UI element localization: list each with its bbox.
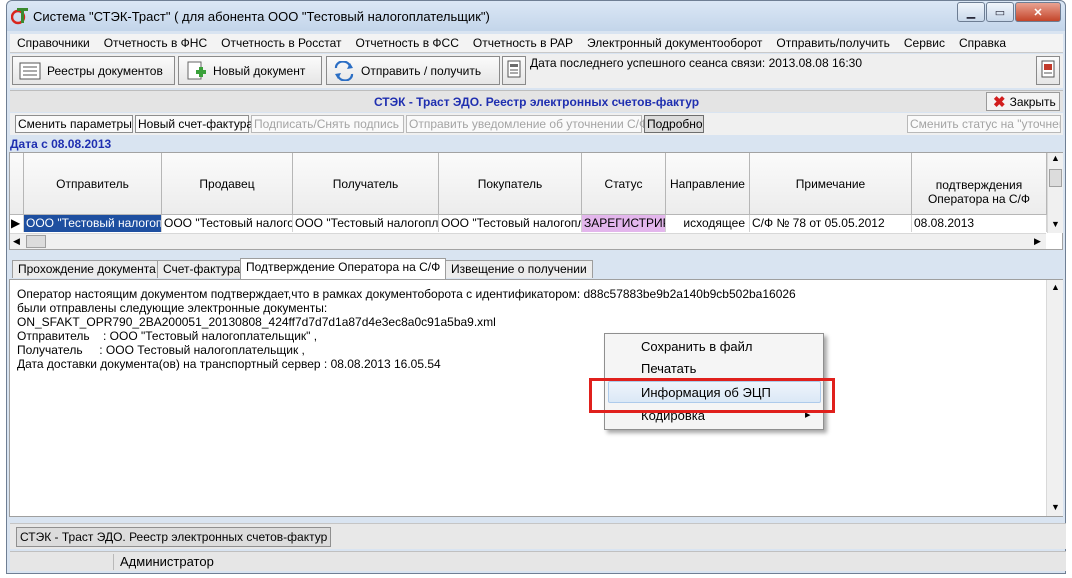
scroll-left-icon: ◀ [13, 236, 20, 246]
cell-note[interactable]: С/Ф № 78 от 05.05.2012 [750, 215, 912, 232]
document-log-button[interactable] [502, 56, 526, 85]
mdi-taskbar: СТЭК - Траст ЭДО. Реестр электронных сче… [10, 523, 1066, 549]
menu-help[interactable]: Справка [952, 36, 1013, 50]
sign-unsign-button[interactable]: Подписать/Снять подпись [251, 115, 404, 133]
send-receive-button[interactable]: Отправить / получить [326, 56, 500, 85]
cell-buyer[interactable]: ООО "Тестовый налогоплательщик" [439, 215, 582, 232]
sync-icon [333, 59, 355, 82]
cell-seller[interactable]: ООО "Тестовый налогоплательщик" [162, 215, 293, 232]
new-document-label: Новый документ [213, 63, 306, 78]
status-bar: Администратор [10, 551, 1066, 571]
column-header-buyer[interactable]: Покупатель [439, 153, 582, 215]
doc-text-line: Оператор настоящим документом подтвержда… [17, 287, 796, 301]
window-title: Система "СТЭК-Траст" ( для абонента ООО … [33, 9, 490, 24]
cell-direction[interactable]: исходящее [666, 215, 750, 232]
grid-vscroll-thumb[interactable] [1049, 169, 1062, 187]
close-panel-label: Закрыть [1009, 94, 1056, 109]
tab-strip: Прохождение документа Счет-фактура Подтв… [9, 258, 1063, 279]
registers-icon [19, 61, 41, 81]
registers-label: Реестры документов [47, 63, 163, 78]
menu-send-receive[interactable]: Отправить/получить [769, 36, 896, 50]
cell-sender[interactable]: ООО "Тестовый налогоплательщик" [24, 215, 162, 232]
menu-references[interactable]: Справочники [10, 36, 97, 50]
tab-operator-confirmation[interactable]: Подтверждение Оператора на С/Ф [240, 258, 447, 279]
new-document-icon [185, 61, 207, 81]
menu-bar: Справочники Отчетность в ФНС Отчетность … [10, 34, 1063, 53]
panel-header: СТЭК - Траст ЭДО. Реестр электронных сче… [10, 90, 1063, 112]
close-window-button[interactable]: ✕ [1015, 2, 1061, 22]
column-header-direction[interactable]: Направление [666, 153, 750, 215]
maximize-button[interactable]: ▭ [986, 2, 1014, 22]
date-filter-label: Дата с 08.08.2013 [10, 137, 112, 151]
column-header-confirmation[interactable]: подтверждения Оператора на С/Ф [912, 153, 1047, 215]
change-params-button[interactable]: Сменить параметры [15, 115, 133, 133]
grid-hscroll-thumb[interactable] [26, 235, 46, 248]
tab-receipt-notice[interactable]: Извещение о получении [445, 260, 593, 278]
tab-invoice[interactable]: Счет-фактура [157, 260, 247, 278]
status-user: Администратор [120, 554, 214, 569]
grid-horizontal-scrollbar[interactable]: ◀ ▶ [10, 233, 1046, 249]
cell-status[interactable]: ЗАРЕГИСТРИРОВАН [582, 215, 666, 232]
report-icon [1040, 60, 1056, 81]
doc-text-line: Дата доставки документа(ов) на транспорт… [17, 357, 441, 371]
doc-text-line: ON_SFAKT_OPR790_2BA200051_20130808_424ff… [17, 315, 496, 329]
annotation-highlight-box [589, 378, 835, 413]
last-session-text: Дата последнего успешного сеанса связи: … [530, 56, 863, 70]
send-receive-label: Отправить / получить [361, 63, 482, 78]
menu-rosstat-reporting[interactable]: Отчетность в Росстат [214, 36, 348, 50]
change-status-button[interactable]: Сменить статус на "уточнен" [907, 115, 1061, 133]
tab-document-flow[interactable]: Прохождение документа [12, 260, 162, 278]
menu-fss-reporting[interactable]: Отчетность в ФСС [348, 36, 465, 50]
maximize-icon: ▭ [994, 6, 1006, 19]
title-bar: Система "СТЭК-Траст" ( для абонента ООО … [7, 1, 1065, 31]
menu-fns-reporting[interactable]: Отчетность в ФНС [97, 36, 214, 50]
scroll-down-icon: ▼ [1051, 219, 1060, 229]
column-header-seller[interactable]: Продавец [162, 153, 293, 215]
action-bar: Сменить параметры Новый счет-фактура Под… [10, 113, 1063, 135]
minimize-icon: ▁ [966, 6, 976, 19]
scroll-right-icon: ▶ [1034, 236, 1041, 246]
text-vertical-scrollbar[interactable]: ▲ ▼ [1046, 280, 1063, 516]
document-log-icon [506, 60, 522, 81]
column-header-status[interactable]: Статус [582, 153, 666, 215]
registers-button[interactable]: Реестры документов [12, 56, 175, 85]
close-panel-button[interactable]: ✖ Закрыть [986, 92, 1060, 111]
doc-text-line: были отправлены следующие электронные до… [17, 301, 328, 315]
menu-service[interactable]: Сервис [897, 36, 952, 50]
app-window: Система "СТЭК-Траст" ( для абонента ООО … [6, 0, 1066, 574]
document-text-panel[interactable]: Оператор настоящим документом подтвержда… [9, 279, 1063, 517]
minimize-button[interactable]: ▁ [957, 2, 985, 22]
report-button[interactable] [1036, 56, 1060, 85]
menu-rar-reporting[interactable]: Отчетность в РАР [466, 36, 580, 50]
doc-text-line: Отправитель : ООО "Тестовый налогоплател… [17, 329, 318, 343]
panel-title: СТЭК - Траст ЭДО. Реестр электронных сче… [373, 95, 700, 109]
details-toggle[interactable]: Подробно [644, 115, 704, 133]
row-indicator-header [10, 153, 24, 215]
scroll-up-icon: ▲ [1051, 153, 1060, 163]
taskbar-window-button[interactable]: СТЭК - Траст ЭДО. Реестр электронных сче… [16, 527, 332, 547]
status-cell-empty [10, 554, 114, 570]
toolbar: Реестры документов Новый документ Отправ… [10, 54, 1063, 88]
doc-text-line: Получатель : ООО Тестовый налогоплательщ… [17, 343, 305, 357]
stek-logo-icon [10, 7, 29, 25]
new-document-button[interactable]: Новый документ [178, 56, 322, 85]
column-header-note[interactable]: Примечание [750, 153, 912, 215]
column-header-sender[interactable]: Отправитель [24, 153, 162, 215]
menu-print[interactable]: Печатать [605, 358, 823, 380]
grid-vertical-scrollbar[interactable]: ▲ ▼ [1047, 153, 1063, 233]
send-clarification-button[interactable]: Отправить уведомление об уточнении С/Ф [406, 115, 648, 133]
column-header-receiver[interactable]: Получатель [293, 153, 439, 215]
cell-confirm-date[interactable]: 08.08.2013 [912, 215, 1047, 232]
menu-save-to-file[interactable]: Сохранить в файл [605, 336, 823, 358]
row-pointer-icon: ▶ [10, 215, 24, 232]
cell-receiver[interactable]: ООО "Тестовый налогоплательщик" [293, 215, 439, 232]
close-icon: ✕ [1033, 6, 1043, 19]
scroll-up-icon: ▲ [1051, 282, 1060, 292]
red-x-icon: ✖ [993, 93, 1006, 111]
menu-edo[interactable]: Электронный документооборот [580, 36, 769, 50]
new-invoice-button[interactable]: Новый счет-фактура [135, 115, 253, 133]
scroll-down-icon: ▼ [1051, 502, 1060, 512]
invoice-grid: Отправитель Продавец Получатель Покупате… [9, 152, 1063, 250]
